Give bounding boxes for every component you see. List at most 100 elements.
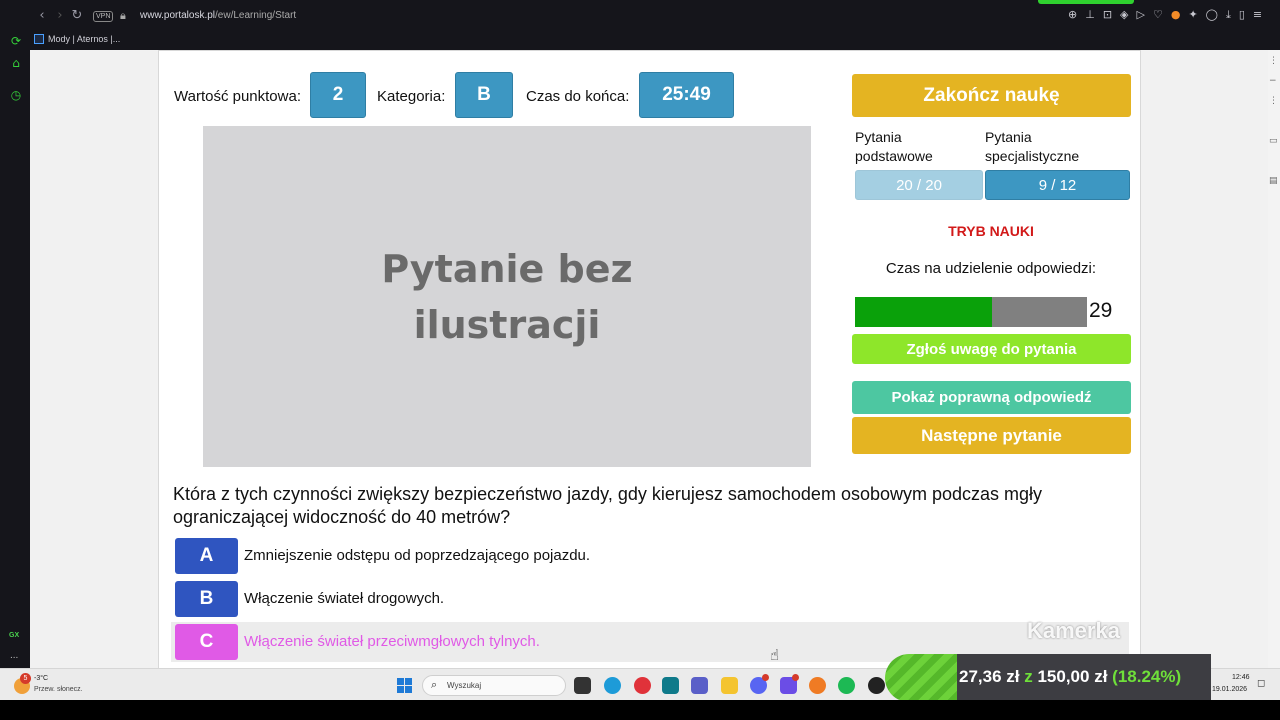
notification-icon[interactable]: ◻ — [1257, 678, 1265, 689]
reload-icon[interactable]: ↻ — [70, 8, 84, 24]
browser-toolbar: ‹ › ↻ VPN 🔒︎ www.portalosk.pl/ew/Learnin… — [0, 0, 1280, 32]
spotify-icon[interactable] — [838, 677, 855, 694]
donation-goal-widget: 27,36 zł z 150,00 zł (18.24%) — [885, 654, 1211, 702]
sync-icon[interactable]: ⟳ — [9, 34, 23, 48]
vpn-badge[interactable]: VPN — [93, 11, 114, 22]
gx-label[interactable]: GX — [9, 632, 19, 639]
answer-text-c[interactable]: Włączenie świateł przeciwmgłowych tylnyc… — [244, 633, 540, 650]
orange-app-icon[interactable] — [809, 677, 826, 694]
specialist-questions-count: 9 / 12 — [985, 170, 1130, 200]
exam-panel: Wartość punktowa: 2 Kategoria: B Czas do… — [158, 50, 1141, 668]
bookmark-label: Mody | Aternos |... — [48, 34, 121, 44]
url-path: /ew/Learning/Start — [215, 10, 297, 21]
report-question-button[interactable]: Zgłoś uwagę do pytania — [852, 334, 1131, 364]
more-vertical-icon[interactable]: ⋮ — [1269, 56, 1278, 66]
hand-cursor-icon: ☝ — [770, 646, 780, 664]
heart-icon[interactable]: ♡ — [1153, 8, 1163, 22]
basic-questions-count: 20 / 20 — [855, 170, 983, 200]
time-remaining: 25:49 — [639, 72, 734, 118]
sidebar-icon[interactable]: ▭ — [1269, 136, 1278, 146]
taskbar-search[interactable]: ⌕ Wyszukaj — [422, 675, 566, 696]
url-host: www.portalosk.pl — [140, 10, 216, 21]
camera-watermark: Kamerka — [1027, 618, 1120, 643]
next-question-button[interactable]: Następne pytanie — [852, 417, 1131, 454]
split-icon[interactable]: ▯ — [1239, 8, 1245, 22]
obs-icon[interactable] — [868, 677, 885, 694]
task-view-icon[interactable] — [574, 677, 591, 694]
file-explorer-icon[interactable] — [721, 677, 738, 694]
right-side-strip: ⋮ − ⋮ ▭ ▤ — [1268, 50, 1280, 668]
forward-icon[interactable]: › — [53, 8, 67, 24]
grid-icon[interactable]: ⋮ — [1269, 96, 1278, 106]
more-icon[interactable]: ... — [10, 650, 18, 661]
snapshot-icon[interactable]: ⊡ — [1103, 8, 1112, 22]
answer-timer-bar — [855, 297, 1087, 327]
extension-icon[interactable]: ● — [1171, 8, 1181, 22]
show-answer-button[interactable]: Pokaż poprawną odpowiedź — [852, 381, 1131, 414]
answer-letter-c[interactable]: C — [175, 624, 238, 660]
minus-icon[interactable]: − — [1269, 76, 1277, 86]
specialist-questions-label: Pytania specjalistyczne — [985, 129, 1080, 164]
browser-sidebar: ⟳ ⌂ ◷ GX ... — [0, 32, 30, 668]
answer-text-b[interactable]: Włączenie świateł drogowych. — [244, 590, 444, 607]
donation-text: 27,36 zł z 150,00 zł (18.24%) — [959, 667, 1181, 687]
donation-current: 27,36 zł — [959, 667, 1020, 686]
end-learning-button[interactable]: Zakończ naukę — [852, 74, 1131, 117]
windows-start-icon[interactable] — [397, 678, 412, 693]
play-icon[interactable]: ▷ — [1137, 8, 1145, 22]
answer-b[interactable]: B Włączenie świateł drogowych. — [171, 579, 1129, 619]
shopping-icon[interactable]: ⌂ — [9, 56, 23, 70]
pin-icon[interactable]: ⊥ — [1085, 8, 1095, 22]
discord-icon[interactable] — [750, 674, 769, 694]
mode-label: TRYB NAUKI — [948, 223, 1034, 239]
gx-accent-bar — [1038, 0, 1134, 4]
answer-letter-a[interactable]: A — [175, 538, 238, 574]
donation-goal: 150,00 zł — [1037, 667, 1108, 686]
answer-timer-fill — [855, 297, 992, 327]
address-bar[interactable]: www.portalosk.pl/ew/Learning/Start — [140, 10, 296, 21]
clock-time[interactable]: 12:46 — [1232, 674, 1250, 681]
weather-temperature[interactable]: -3°C — [34, 675, 48, 682]
edge-icon[interactable] — [604, 677, 621, 694]
profile-icon[interactable]: ◯ — [1206, 8, 1218, 22]
clock-date[interactable]: 19.01.2026 — [1212, 686, 1247, 693]
puzzle-icon[interactable]: ✦ — [1188, 8, 1197, 22]
search-icon: ⌕ — [431, 678, 438, 691]
time-label: Czas do końca: — [526, 88, 630, 105]
question-illustration: Pytanie bez ilustracji — [203, 126, 811, 467]
teams-icon[interactable] — [691, 677, 708, 694]
menu-icon[interactable]: ≡ — [1253, 8, 1262, 22]
aternos-icon — [34, 34, 44, 44]
question-text: Która z tych czynności zwiększy bezpiecz… — [173, 484, 1043, 527]
tabs-icon[interactable]: ▤ — [1269, 176, 1278, 186]
page-viewport: Wartość punktowa: 2 Kategoria: B Czas do… — [30, 50, 1268, 668]
category-label: Kategoria: — [377, 88, 446, 105]
answer-time-label: Czas na udzielenie odpowiedzi: — [885, 260, 1097, 277]
app-icon[interactable] — [780, 674, 799, 694]
answer-text-a[interactable]: Zmniejszenie odstępu od poprzedzającego … — [244, 547, 590, 564]
bookmark-aternos[interactable]: Mody | Aternos |... — [34, 34, 120, 44]
back-icon[interactable]: ‹ — [35, 8, 49, 24]
no-illustration-text: Pytanie bez ilustracji — [381, 246, 633, 347]
donation-percent: (18.24%) — [1112, 667, 1182, 686]
history-icon[interactable]: ◷ — [9, 88, 23, 102]
lock-icon[interactable]: 🔒︎ — [120, 9, 126, 23]
toolbar-icons: ⊕ ⊥ ⊡ ◈ ▷ ♡ ● ✦ ◯ ⤓ ▯ ≡ — [1068, 8, 1262, 22]
search-placeholder: Wyszukaj — [447, 681, 482, 690]
store-icon[interactable] — [662, 677, 679, 694]
points-value: 2 — [310, 72, 366, 118]
bottom-letterbox — [0, 700, 1280, 720]
weather-badge: 5 — [20, 673, 31, 684]
donation-progress-bar — [885, 654, 957, 702]
answer-letter-b[interactable]: B — [175, 581, 238, 617]
weather-description[interactable]: Przew. słonecz. — [34, 686, 83, 693]
answer-a[interactable]: A Zmniejszenie odstępu od poprzedzająceg… — [171, 536, 1129, 576]
shield-icon[interactable]: ◈ — [1120, 8, 1128, 22]
donation-of: z — [1024, 667, 1033, 686]
opera-gx-icon[interactable] — [634, 677, 651, 694]
zoom-icon[interactable]: ⊕ — [1068, 8, 1077, 22]
download-icon[interactable]: ⤓ — [1226, 8, 1231, 22]
basic-questions-label: Pytania podstawowe — [855, 129, 933, 164]
category-value: B — [455, 72, 513, 118]
bookmarks-bar: Mody | Aternos |... — [0, 32, 1280, 50]
